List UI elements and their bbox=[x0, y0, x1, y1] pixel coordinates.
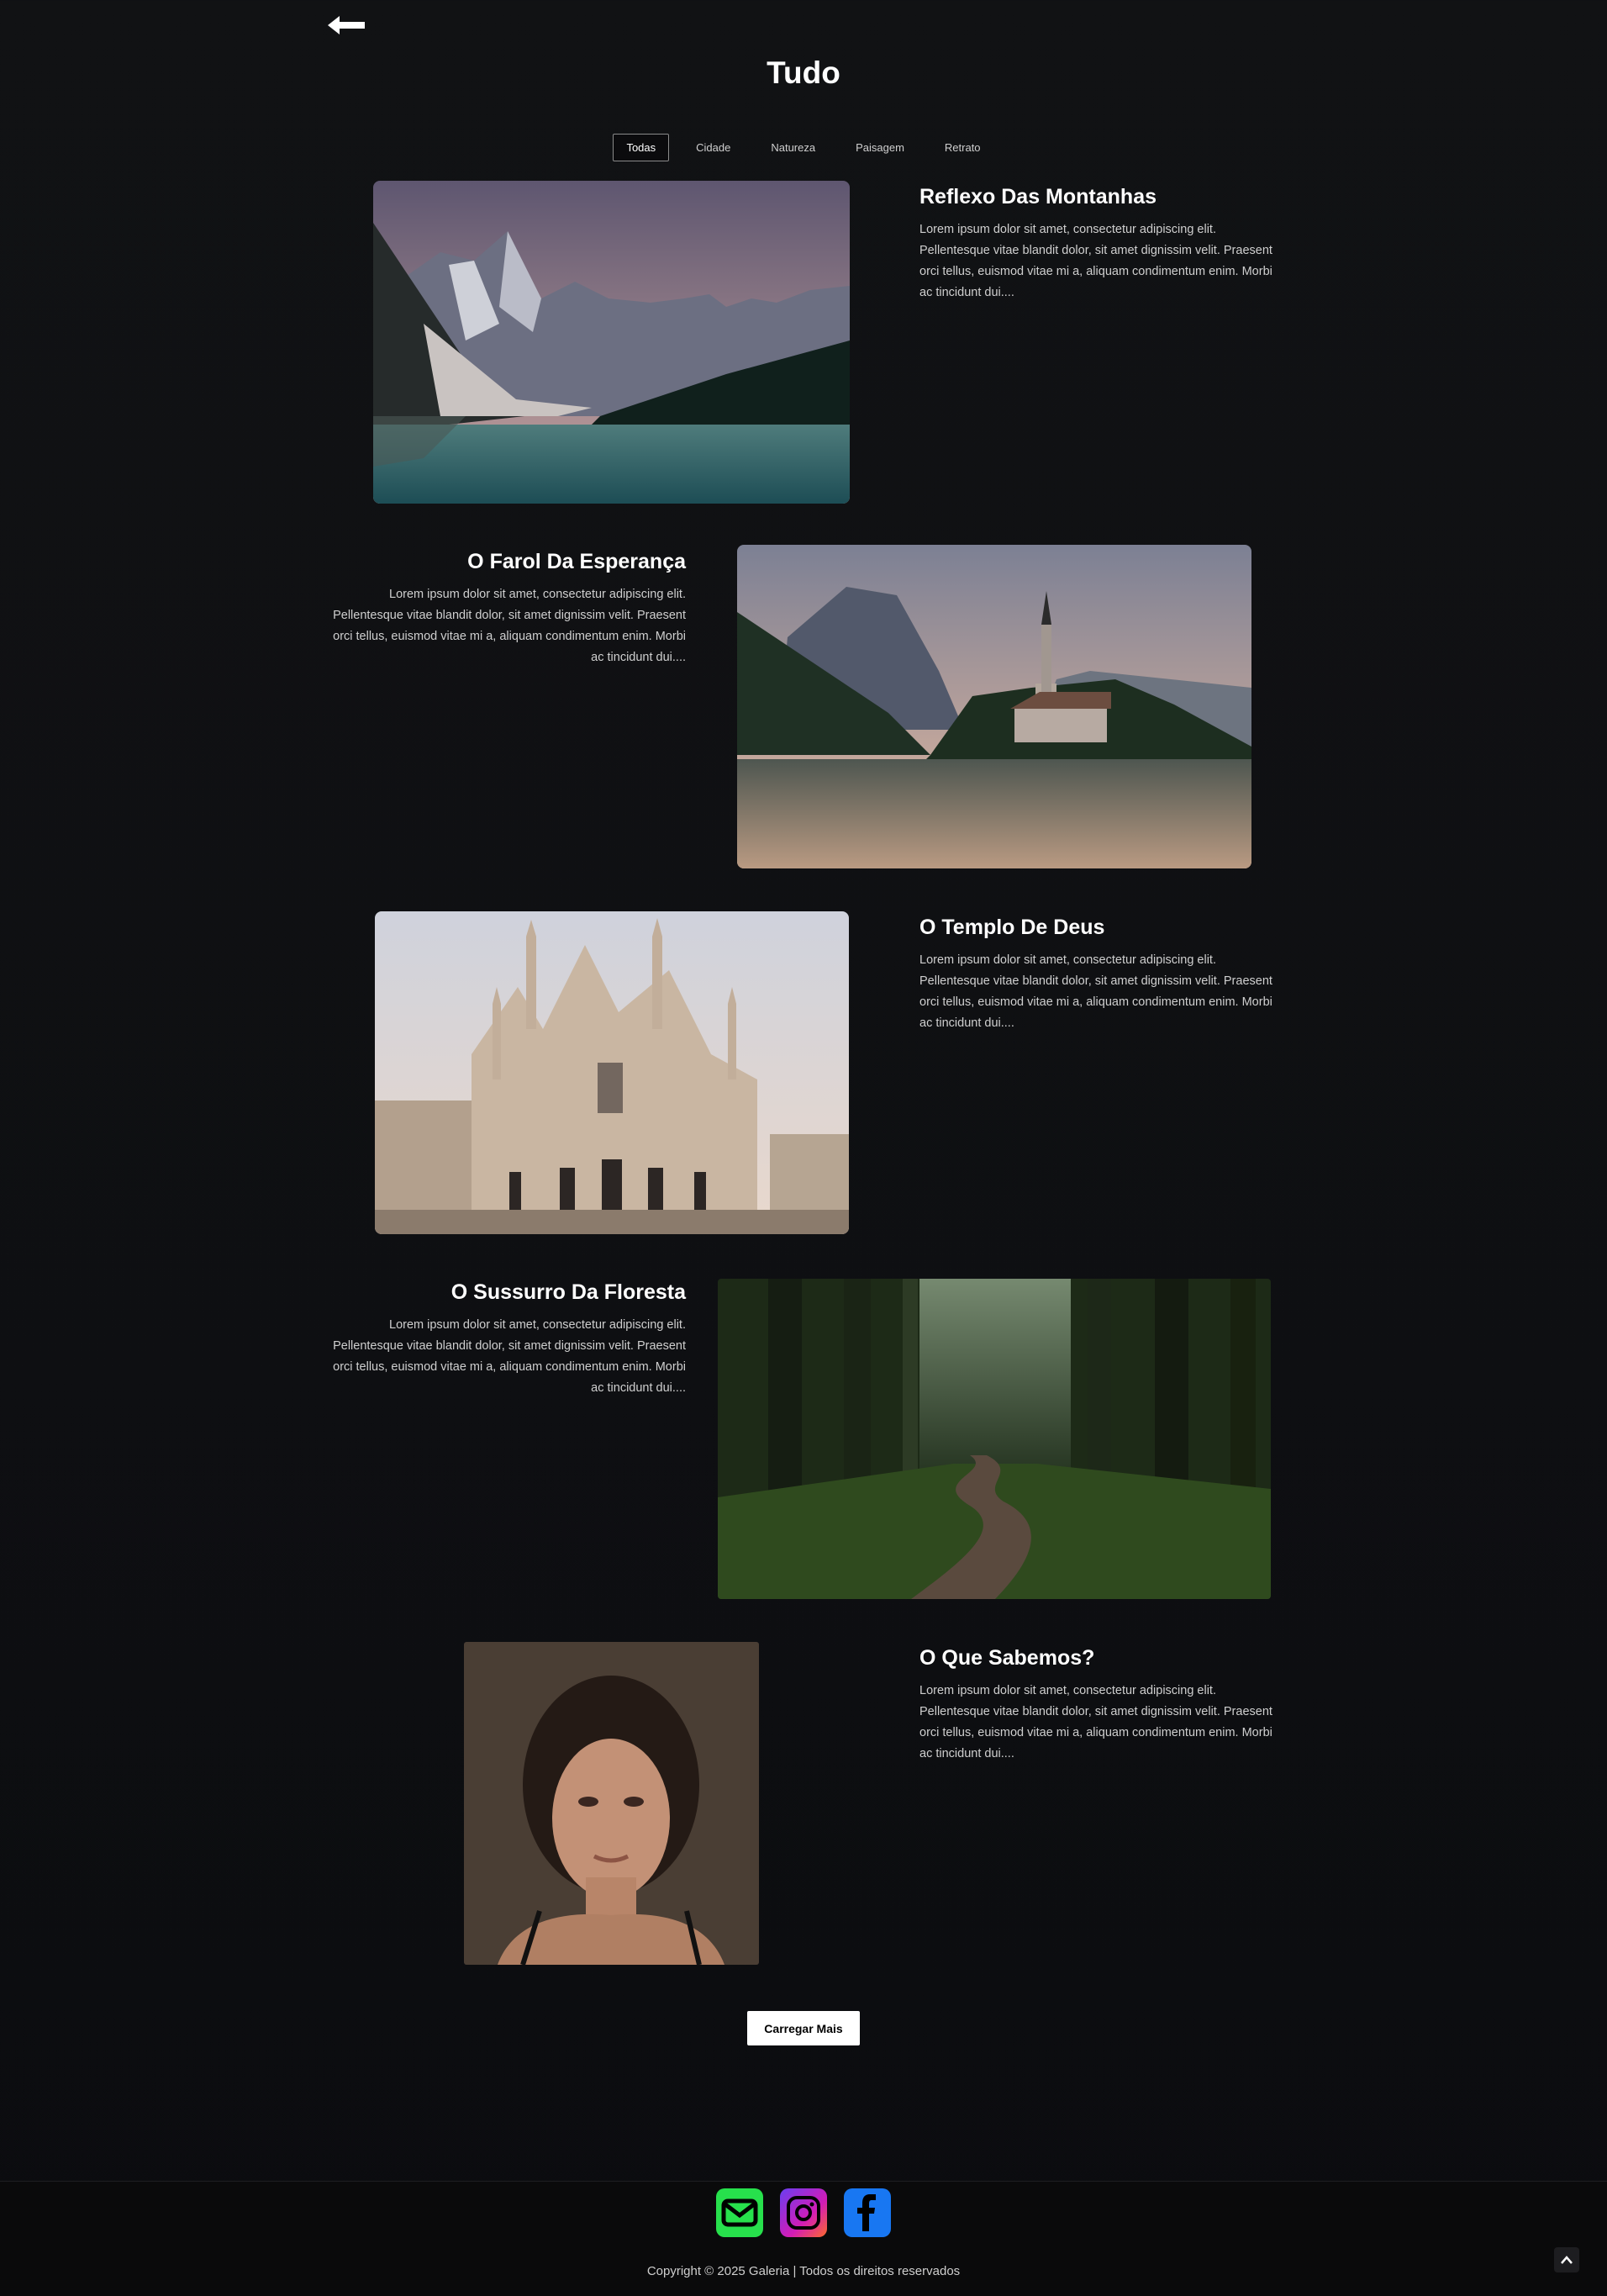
scroll-top-button[interactable] bbox=[1554, 2247, 1579, 2272]
envelope-icon bbox=[721, 2198, 758, 2227]
gallery-item-2: O Farol Da Esperança Lorem ipsum dolor s… bbox=[333, 550, 686, 668]
gallery-image-portrait[interactable] bbox=[464, 1642, 759, 1965]
church-lake-image bbox=[737, 545, 1251, 868]
copyright-text: Copyright © 2025 Galeria | Todos os dire… bbox=[646, 2264, 961, 2278]
portrait-image bbox=[464, 1642, 759, 1965]
item-title: O Que Sabemos? bbox=[919, 1646, 1095, 1670]
item-description: Lorem ipsum dolor sit amet, consectetur … bbox=[333, 588, 686, 664]
gallery-image-forest[interactable] bbox=[718, 1279, 1271, 1599]
forest-path-image bbox=[718, 1279, 1271, 1599]
mountain-lake-image bbox=[373, 181, 850, 504]
back-button[interactable] bbox=[323, 10, 373, 40]
gallery-item-5: O Que Sabemos? Lorem ipsum dolor sit ame… bbox=[919, 1646, 1272, 1765]
item-title: O Sussurro Da Floresta bbox=[450, 1280, 686, 1304]
item-description: Lorem ipsum dolor sit amet, consectetur … bbox=[919, 1684, 1272, 1760]
item-description: Lorem ipsum dolor sit amet, consectetur … bbox=[333, 1318, 686, 1395]
filter-cidade[interactable]: Cidade bbox=[682, 134, 744, 161]
gallery-item-1: Reflexo Das Montanhas Lorem ipsum dolor … bbox=[919, 185, 1272, 303]
item-description: Lorem ipsum dolor sit amet, consectetur … bbox=[919, 223, 1272, 299]
gallery-image-mountains[interactable] bbox=[373, 181, 850, 504]
arrow-left-icon bbox=[328, 16, 365, 34]
item-title: O Farol Da Esperança bbox=[467, 550, 686, 573]
load-more-button[interactable]: Carregar Mais bbox=[747, 2011, 860, 2045]
item-title: Reflexo Das Montanhas bbox=[919, 185, 1157, 208]
facebook-icon bbox=[857, 2194, 876, 2231]
gallery-item-4: O Sussurro Da Floresta Lorem ipsum dolor… bbox=[333, 1280, 686, 1399]
instagram-icon bbox=[787, 2196, 820, 2230]
item-title: O Templo De Deus bbox=[919, 916, 1105, 939]
footer: Copyright © 2025 Galeria | Todos os dire… bbox=[0, 2181, 1607, 2296]
filter-bar: Todas Cidade Natureza Paisagem Retrato bbox=[0, 134, 1607, 161]
email-link[interactable] bbox=[716, 2188, 763, 2237]
social-links bbox=[0, 2188, 1607, 2237]
chevron-up-icon bbox=[1561, 2256, 1573, 2264]
gallery-image-church-lake[interactable] bbox=[737, 545, 1251, 868]
item-description: Lorem ipsum dolor sit amet, consectetur … bbox=[919, 953, 1272, 1030]
filter-todas[interactable]: Todas bbox=[613, 134, 670, 161]
gallery-item-3: O Templo De Deus Lorem ipsum dolor sit a… bbox=[919, 916, 1272, 1034]
gallery-image-cathedral[interactable] bbox=[375, 911, 849, 1234]
filter-paisagem[interactable]: Paisagem bbox=[842, 134, 918, 161]
filter-natureza[interactable]: Natureza bbox=[757, 134, 829, 161]
cathedral-image bbox=[375, 911, 849, 1234]
page-title: Tudo bbox=[767, 55, 840, 90]
filter-retrato[interactable]: Retrato bbox=[931, 134, 994, 161]
instagram-link[interactable] bbox=[780, 2188, 827, 2237]
facebook-link[interactable] bbox=[844, 2188, 891, 2237]
